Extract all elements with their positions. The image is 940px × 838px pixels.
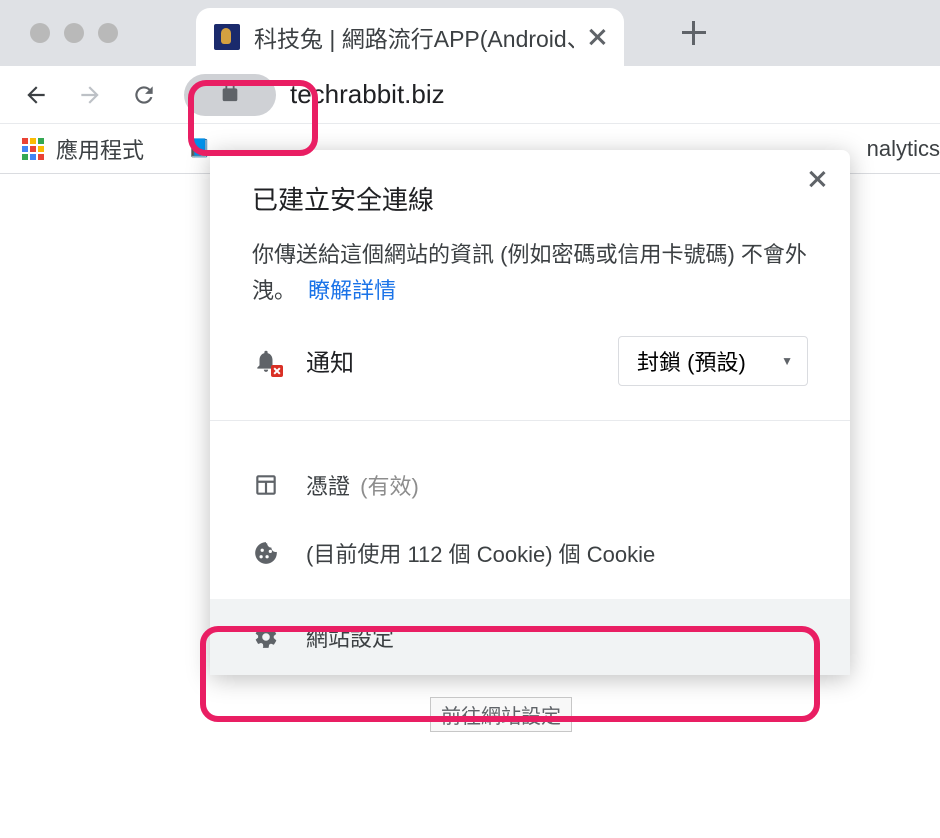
notification-permission-row: 通知 封鎖 (預設) — [210, 336, 850, 420]
favicon-icon — [214, 24, 240, 50]
forward-button[interactable] — [76, 81, 104, 109]
browser-tab[interactable]: 科技兔 | 網路流行APP(Android、 — [196, 8, 624, 66]
address-bar[interactable]: techrabbit.biz — [184, 72, 918, 118]
cookies-label: (目前使用 112 個 Cookie) 個 Cookie — [306, 537, 808, 569]
certificate-row[interactable]: 憑證 (有效) — [210, 451, 850, 519]
connection-section: 已建立安全連線 你傳送給這個網站的資訊 (例如密碼或信用卡號碼) 不會外洩。 瞭… — [210, 150, 850, 336]
apps-icon[interactable] — [22, 138, 44, 160]
tooltip: 前往網站設定 — [430, 697, 572, 732]
bookmark-item[interactable]: 📘 — [188, 138, 210, 159]
apps-label[interactable]: 應用程式 — [56, 133, 144, 165]
bookmark-partial-label[interactable]: nalytics — [867, 136, 940, 162]
new-tab-button[interactable] — [682, 21, 706, 45]
popup-title: 已建立安全連線 — [252, 180, 808, 217]
maximize-window-button[interactable] — [98, 23, 118, 43]
close-tab-button[interactable] — [588, 28, 606, 46]
bell-icon — [252, 348, 280, 374]
close-icon — [808, 170, 826, 188]
cookies-row[interactable]: (目前使用 112 個 Cookie) 個 Cookie — [210, 519, 850, 587]
site-info-popup: 已建立安全連線 你傳送給這個網站的資訊 (例如密碼或信用卡號碼) 不會外洩。 瞭… — [210, 150, 850, 675]
reload-button[interactable] — [130, 81, 158, 109]
lock-icon — [219, 81, 241, 108]
minimize-window-button[interactable] — [64, 23, 84, 43]
close-window-button[interactable] — [30, 23, 50, 43]
cookie-icon — [252, 540, 280, 566]
back-button[interactable] — [22, 81, 50, 109]
certificate-icon — [252, 472, 280, 498]
popup-close-button[interactable] — [808, 170, 826, 188]
plus-icon — [682, 21, 706, 45]
toolbar: techrabbit.biz — [0, 66, 940, 124]
traffic-lights — [30, 23, 118, 43]
window-tab-strip: 科技兔 | 網路流行APP(Android、 — [0, 0, 940, 66]
arrow-left-icon — [23, 82, 49, 108]
site-settings-label: 網站設定 — [306, 621, 808, 653]
url-text: techrabbit.biz — [290, 79, 445, 110]
arrow-right-icon — [77, 82, 103, 108]
certificate-label: 憑證 (有效) — [306, 469, 808, 501]
site-info-button[interactable] — [184, 74, 276, 116]
popup-description: 你傳送給這個網站的資訊 (例如密碼或信用卡號碼) 不會外洩。 瞭解詳情 — [252, 237, 808, 310]
learn-more-link[interactable]: 瞭解詳情 — [308, 278, 396, 303]
gear-icon — [252, 624, 280, 650]
dropdown-value: 封鎖 (預設) — [637, 345, 746, 377]
notification-dropdown[interactable]: 封鎖 (預設) — [618, 336, 808, 386]
site-settings-row[interactable]: 網站設定 — [210, 599, 850, 675]
reload-icon — [131, 82, 157, 108]
tab-title: 科技兔 | 網路流行APP(Android、 — [254, 20, 574, 54]
notification-label: 通知 — [306, 343, 592, 378]
